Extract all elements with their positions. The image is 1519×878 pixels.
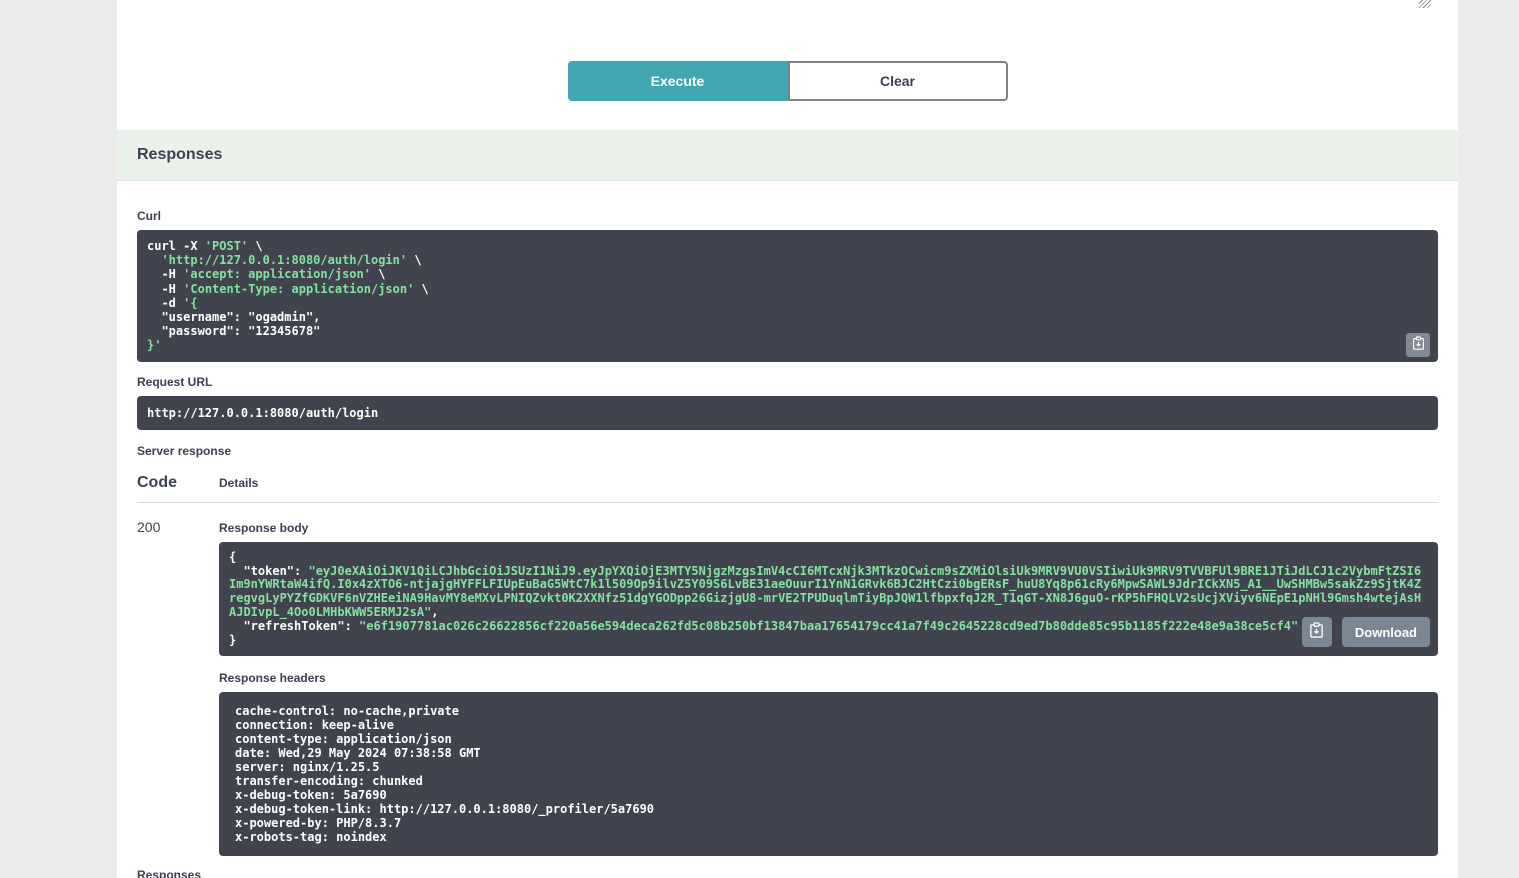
response-body-label: Response body [219, 521, 1438, 535]
swagger-operation-panel: Execute Clear Responses Curl curl -X 'PO… [117, 0, 1458, 878]
copy-icon [1412, 336, 1425, 354]
server-response-row: 200 Response body { "token": "eyJ0eXAiOi… [137, 503, 1438, 857]
curl-command-block: curl -X 'POST' \ 'http://127.0.0.1:8080/… [137, 230, 1438, 362]
request-url-label: Request URL [137, 375, 1438, 389]
execute-button[interactable]: Execute [568, 61, 788, 101]
responses-section-body: Curl curl -X 'POST' \ 'http://127.0.0.1:… [117, 181, 1458, 878]
copy-curl-button[interactable] [1406, 333, 1430, 357]
textarea-resize-handle[interactable] [1419, 0, 1431, 8]
response-body-actions: Download [1302, 617, 1430, 647]
details-column-header: Details [219, 476, 1438, 490]
response-body-block: { "token": "eyJ0eXAiOiJKV1QiLCJhbGciOiJS… [219, 542, 1438, 657]
try-it-out-area: Execute Clear [117, 0, 1458, 130]
server-response-table: Code Details 200 Response body { "token"… [137, 462, 1438, 857]
code-column-header: Code [137, 474, 219, 492]
documented-responses-label: Responses [137, 868, 1438, 878]
server-response-label: Server response [137, 444, 1438, 458]
download-button[interactable]: Download [1342, 617, 1430, 647]
server-response-table-header: Code Details [137, 462, 1438, 503]
status-code: 200 [137, 519, 219, 857]
clear-button[interactable]: Clear [788, 61, 1008, 101]
responses-section-title: Responses [137, 146, 222, 164]
response-headers-text: cache-control: no-cache,privateconnectio… [235, 704, 1422, 844]
response-body-json: { "token": "eyJ0eXAiOiJKV1QiLCJhbGciOiJS… [229, 551, 1428, 648]
response-headers-block: cache-control: no-cache,privateconnectio… [219, 692, 1438, 856]
request-url-block: http://127.0.0.1:8080/auth/login [137, 396, 1438, 430]
curl-label: Curl [137, 209, 1438, 223]
curl-command-text: curl -X 'POST' \ 'http://127.0.0.1:8080/… [147, 239, 1428, 353]
copy-response-button[interactable] [1302, 617, 1332, 647]
response-details-cell: Response body { "token": "eyJ0eXAiOiJKV1… [219, 519, 1438, 857]
copy-icon [1309, 622, 1324, 642]
responses-section-header: Responses [117, 130, 1458, 181]
response-headers-label: Response headers [219, 671, 1438, 685]
request-url-value: http://127.0.0.1:8080/auth/login [147, 406, 378, 420]
execute-row: Execute Clear [117, 0, 1458, 101]
